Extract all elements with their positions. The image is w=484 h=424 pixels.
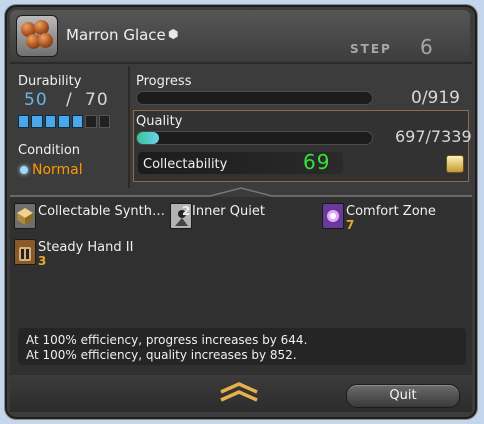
description-line: At 100% efficiency, quality increases by… xyxy=(26,348,297,362)
durability-pip xyxy=(85,115,97,128)
durability-pip xyxy=(58,115,70,128)
buff-name: Comfort Zone xyxy=(346,204,436,219)
steady-hand-ii-icon xyxy=(14,239,36,265)
collectability-value: 69 xyxy=(303,150,331,174)
column-divider xyxy=(128,66,130,188)
collapse-chevron-icon[interactable] xyxy=(218,380,260,402)
buff-name: Collectable Synth… xyxy=(38,204,165,219)
buff-name: Inner Quiet xyxy=(192,204,265,219)
buff-name: Steady Hand II xyxy=(38,240,134,255)
marron-glace-icon xyxy=(16,15,58,57)
hq-icon: ⬢ xyxy=(168,27,179,41)
durability-label: Durability xyxy=(18,74,82,89)
durability-pip xyxy=(44,115,57,128)
durability-gauge xyxy=(18,115,110,128)
buff-stack: 7 xyxy=(346,218,355,232)
durability-current: 50 xyxy=(24,90,48,110)
header-divider xyxy=(10,62,472,64)
durability-separator: / xyxy=(66,90,72,110)
durability-max: 70 xyxy=(85,90,109,110)
durability-pip xyxy=(98,115,110,128)
description-line: At 100% efficiency, progress increases b… xyxy=(26,333,308,347)
progress-value: 0/919 xyxy=(411,88,460,108)
collectable-synthesis-icon xyxy=(14,203,36,229)
durability-pip xyxy=(71,115,84,128)
condition-value: Normal xyxy=(32,162,83,178)
condition-orb-icon xyxy=(20,166,28,174)
quality-label: Quality xyxy=(136,114,183,129)
step-label: STEP xyxy=(350,42,392,56)
progress-bar xyxy=(136,91,373,105)
condition-label: Condition xyxy=(18,143,81,158)
buff-stack: 3 xyxy=(38,254,47,268)
comfort-zone-icon xyxy=(322,203,344,229)
step-value: 6 xyxy=(420,35,433,59)
collectability-label: Collectability xyxy=(143,157,228,172)
item-name: Marron Glace xyxy=(66,26,166,44)
collectable-icon xyxy=(446,155,464,173)
quality-bar-fill xyxy=(137,132,160,144)
progress-label: Progress xyxy=(136,74,192,89)
durability-pip xyxy=(31,115,43,128)
durability-pip xyxy=(18,115,30,128)
quality-bar xyxy=(136,131,373,145)
quality-value: 697/7339 xyxy=(395,127,472,146)
buff-prefix: 2 xyxy=(182,204,191,218)
quit-button[interactable]: Quit xyxy=(346,384,460,408)
